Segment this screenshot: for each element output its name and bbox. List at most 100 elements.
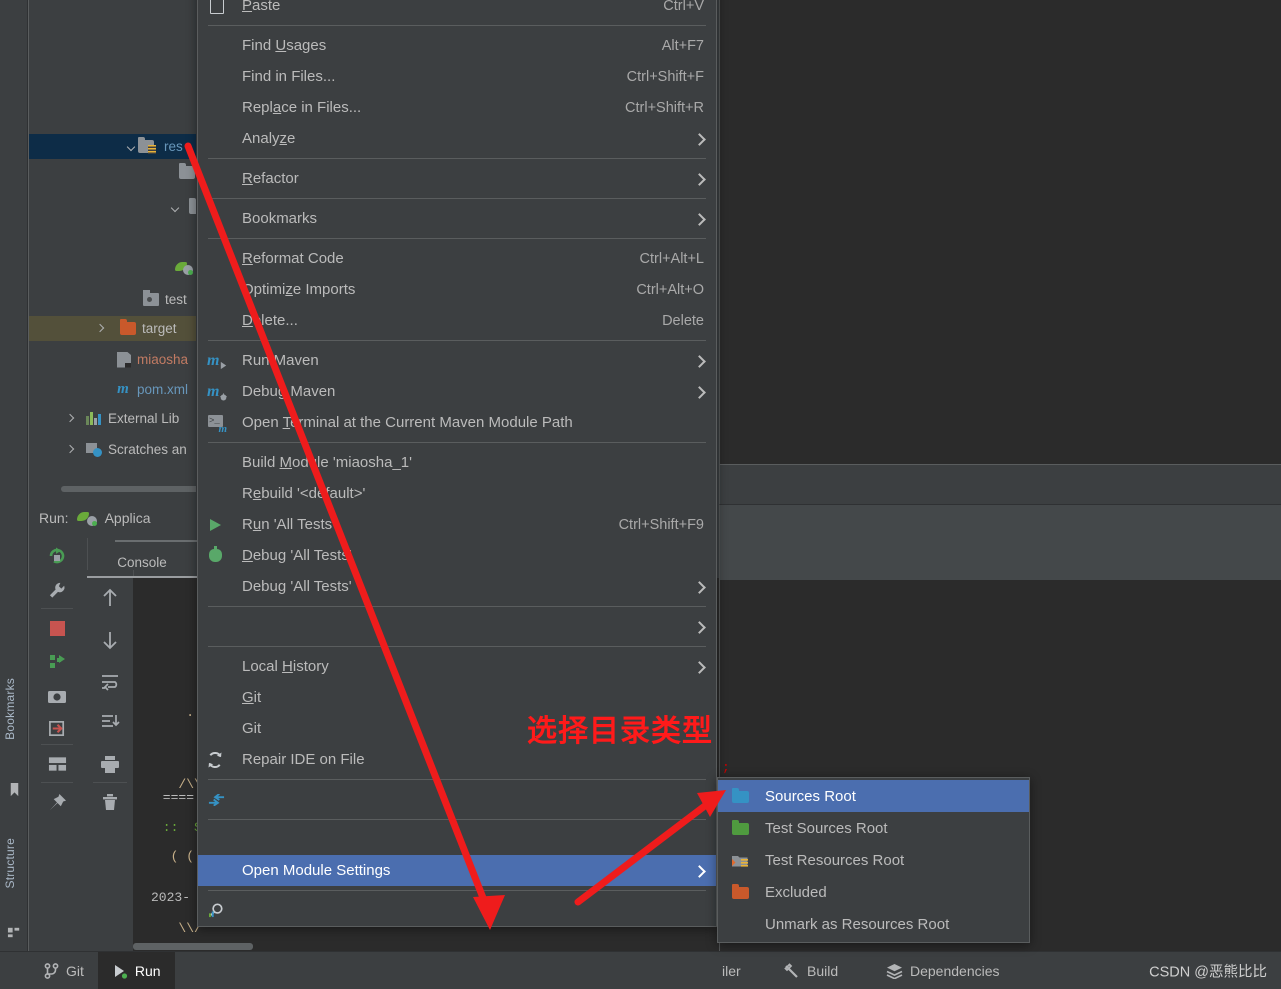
submenu-item-test-sources-root[interactable]: Test Sources Root xyxy=(718,812,1029,844)
menu-item-bookmarks[interactable]: Bookmarks xyxy=(198,203,716,234)
run-label: Run: xyxy=(39,510,69,526)
tree-item-test[interactable]: test xyxy=(29,287,196,312)
tree-item-target[interactable]: target xyxy=(29,316,196,341)
submenu-item-unmark-as-resources-root[interactable]: Unmark as Resources Root xyxy=(718,908,1029,940)
tab-console[interactable]: Console xyxy=(87,548,197,576)
project-tree[interactable]: res test target miaosha m pom.xml Extern… xyxy=(28,0,196,500)
edit-configuration-button[interactable] xyxy=(43,576,71,604)
tree-item-spring-app[interactable] xyxy=(29,255,196,280)
menu-item-label: Debug 'All Tests' xyxy=(242,578,352,595)
chevron-down-icon[interactable] xyxy=(125,140,138,153)
rerun-button[interactable] xyxy=(43,542,71,570)
menu-item-shortcut: Alt+F7 xyxy=(661,37,704,54)
run-configuration-header: Run: Applica xyxy=(39,510,151,526)
console-horizontal-scrollbar[interactable] xyxy=(133,943,253,950)
console-error-char: ; xyxy=(722,760,730,775)
run-configuration-name[interactable]: Applica xyxy=(105,510,151,526)
submenu-item-test-resources-root[interactable]: Test Resources Root xyxy=(718,844,1029,876)
menu-item-paste[interactable]: Paste Ctrl+V xyxy=(198,0,716,21)
menu-separator xyxy=(208,340,706,341)
menu-item-mark-directory-as[interactable]: Open Module Settings xyxy=(198,855,716,886)
menu-item-refactor[interactable]: Refactor xyxy=(198,163,716,194)
menu-item-shortcut: Delete xyxy=(662,312,704,329)
submenu-item-sources-root[interactable]: Sources Root xyxy=(718,780,1029,812)
scroll-down-button[interactable] xyxy=(95,626,125,654)
menu-item-open-terminal-maven[interactable]: >_ m Open Terminal at the Current Maven … xyxy=(198,407,716,438)
export-button[interactable] xyxy=(43,714,71,742)
menu-separator xyxy=(208,198,706,199)
layout-settings-button[interactable] xyxy=(43,750,71,778)
menu-item-replace-in-files[interactable]: Replace in Files... Ctrl+Shift+R xyxy=(198,92,716,123)
menu-item-label: Debug Maven xyxy=(242,383,336,400)
blank-icon xyxy=(206,862,228,880)
menu-item-find-usages[interactable]: Find Usages Alt+F7 xyxy=(198,30,716,61)
blank-icon xyxy=(206,454,228,472)
stop-button[interactable] xyxy=(43,614,71,642)
stripe-label-structure[interactable]: Structure xyxy=(3,838,17,889)
external-libraries-icon xyxy=(86,412,102,425)
pin-tab-button[interactable] xyxy=(43,788,71,816)
scroll-to-end-button[interactable] xyxy=(95,708,125,736)
menu-item-optimize-imports[interactable]: Optimize Imports Ctrl+Alt+O xyxy=(198,274,716,305)
menu-item-more-run-debug[interactable]: Debug 'All Tests' xyxy=(198,571,716,602)
clear-all-button[interactable] xyxy=(95,788,125,816)
menu-item-analyze-dependencies[interactable] xyxy=(198,895,716,926)
tree-item-pom-xml[interactable]: m pom.xml xyxy=(29,377,196,402)
tree-item-external-libraries[interactable]: External Lib xyxy=(29,406,196,431)
menu-item-debug-all-tests[interactable]: Debug 'All Tests' xyxy=(198,540,716,571)
menu-item-open-module-settings[interactable] xyxy=(198,824,716,855)
soft-wrap-button[interactable] xyxy=(95,668,125,696)
menu-item-shortcut: Ctrl+Shift+R xyxy=(625,99,704,116)
bug-badge-icon xyxy=(220,392,227,400)
menu-item-build-module[interactable]: Build Module 'miaosha_1' xyxy=(198,447,716,478)
run-icon xyxy=(206,516,228,534)
debug-icon xyxy=(206,545,228,565)
menu-item-debug-maven[interactable]: m Debug Maven xyxy=(198,376,716,407)
menu-item-shortcut: Ctrl+Shift+F xyxy=(626,68,704,85)
tree-item-scratches[interactable]: Scratches an xyxy=(29,437,196,462)
menu-item-compare-with[interactable] xyxy=(198,784,716,815)
tree-item-resources[interactable]: res xyxy=(29,134,196,159)
resume-program-button[interactable] xyxy=(43,648,71,676)
menu-item-reformat-code[interactable]: Reformat Code Ctrl+Alt+L xyxy=(198,243,716,274)
menu-separator xyxy=(208,238,706,239)
build-hammer-icon xyxy=(784,962,798,978)
bottom-tab-build[interactable]: Build xyxy=(770,952,852,989)
run-action-toolbar xyxy=(29,538,88,952)
console-action-toolbar xyxy=(87,570,134,952)
tree-item-label: pom.xml xyxy=(137,382,189,397)
menu-item-local-history[interactable]: Local History xyxy=(198,651,716,682)
camera-icon xyxy=(48,690,66,703)
menu-item-rebuild[interactable]: Rebuild '<default>' xyxy=(198,478,716,509)
tree-item-folder-b[interactable] xyxy=(29,195,196,220)
print-button[interactable] xyxy=(95,750,125,778)
stripe-label-bookmarks[interactable]: Bookmarks xyxy=(3,678,17,740)
menu-item-run-all-tests[interactable]: Run 'All Tests' Ctrl+Shift+F9 xyxy=(198,509,716,540)
tree-horizontal-scrollbar[interactable] xyxy=(61,486,196,492)
test-resources-glyph-icon xyxy=(732,856,748,867)
menu-item-delete[interactable]: Delete... Delete xyxy=(198,305,716,336)
sources-root-folder-icon xyxy=(731,788,751,804)
chevron-down-icon[interactable] xyxy=(169,201,182,214)
menu-item-find-in-files[interactable]: Find in Files... Ctrl+Shift+F xyxy=(198,61,716,92)
tree-item-folder-a[interactable] xyxy=(29,160,196,185)
chevron-right-icon[interactable] xyxy=(65,443,78,456)
menu-item-run-maven[interactable]: m Run Maven xyxy=(198,345,716,376)
bottom-tab-run[interactable]: Run xyxy=(97,952,175,989)
chevron-right-icon[interactable] xyxy=(95,322,108,335)
menu-item-open-in[interactable] xyxy=(198,611,716,642)
submenu-item-excluded[interactable]: Excluded xyxy=(718,876,1029,908)
menu-item-analyze[interactable]: Analyze xyxy=(198,123,716,154)
tree-item-miaosha-java[interactable]: miaosha xyxy=(29,347,196,372)
bookmark-icon xyxy=(10,782,19,797)
blank-icon xyxy=(206,130,228,148)
scroll-up-button[interactable] xyxy=(95,584,125,612)
arrow-up-icon xyxy=(103,588,117,606)
chevron-right-icon[interactable] xyxy=(65,412,78,425)
screenshot-button[interactable] xyxy=(43,682,71,710)
java-file-icon xyxy=(117,351,131,368)
bottom-tab-dependencies[interactable]: Dependencies xyxy=(872,952,1014,989)
bottom-tab-profiler[interactable]: iler xyxy=(708,952,755,989)
bottom-tab-git[interactable]: Git xyxy=(30,952,98,989)
magnifier-bars-icon xyxy=(209,902,223,917)
